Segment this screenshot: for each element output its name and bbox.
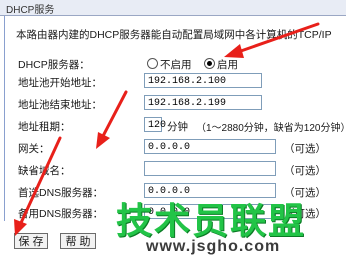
radio-disable[interactable] (147, 58, 158, 69)
arrow-to-start-ip-head (96, 132, 110, 149)
lease-label: 地址租期： (18, 121, 71, 133)
dhcp-server-label: DHCP服务器： (18, 59, 90, 71)
help-button[interactable]: 帮 助 (60, 233, 96, 249)
watermark-url: www.jsgho.com (146, 238, 281, 255)
start-ip-label: 地址池开始地址： (18, 77, 102, 89)
gateway-hint: （可选） (284, 143, 326, 155)
radio-enable[interactable] (204, 58, 215, 69)
gateway-input[interactable]: 0.0.0.0 (144, 139, 276, 154)
radio-disable-label: 不启用 (160, 59, 192, 71)
watermark: 技术员联盟 www.jsgho.com (116, 192, 346, 262)
end-ip-input[interactable]: 192.168.2.199 (144, 95, 262, 110)
window-titlebar: DHCP服务 (0, 0, 346, 16)
radio-enable-label: 启用 (217, 59, 238, 71)
lease-hint: （1～2880分钟，缺省为120分钟） (196, 123, 346, 134)
dhcp-settings-page: DHCP服务 本路由器内建的DHCP服务器能自动配置局域网中各计算机的TCP/I… (0, 0, 346, 263)
save-button[interactable]: 保 存 (14, 233, 48, 249)
gateway-label: 网关： (18, 143, 50, 155)
domain-hint: （可选） (284, 165, 326, 177)
watermark-logo-text: 技术员联盟 (116, 201, 307, 242)
panel-border (4, 16, 5, 221)
arrow-to-start-ip (100, 90, 128, 140)
end-ip-label: 地址池结束地址： (18, 99, 102, 111)
domain-label: 缺省域名： (18, 165, 71, 177)
secondary-dns-label: 备用DNS服务器： (18, 208, 104, 220)
lease-input[interactable]: 120 (144, 117, 166, 132)
primary-dns-label: 首选DNS服务器： (18, 187, 104, 199)
start-ip-input[interactable]: 192.168.2.100 (144, 73, 262, 88)
arrow-to-enable-head (224, 44, 244, 58)
window-title: DHCP服务 (6, 5, 55, 16)
lease-unit: 分钟 (167, 121, 188, 133)
domain-input[interactable] (144, 161, 276, 176)
intro-text: 本路由器内建的DHCP服务器能自动配置局域网中各计算机的TCP/IP (16, 29, 332, 41)
